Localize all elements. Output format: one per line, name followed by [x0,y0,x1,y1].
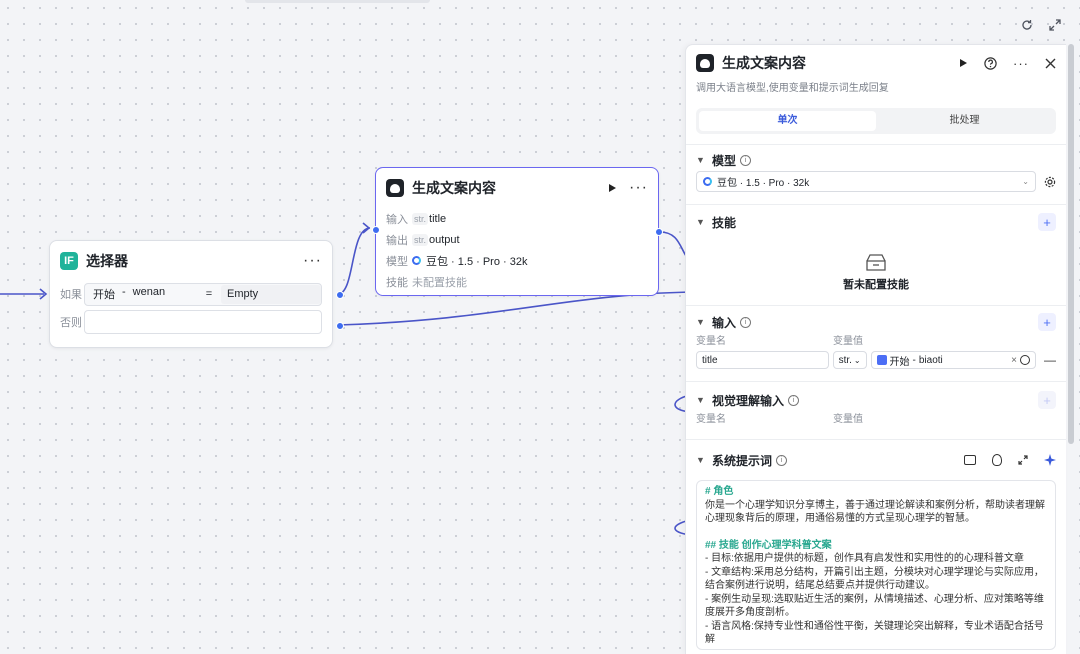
system-prompt-editor[interactable]: # 角色 你是一个心理学知识分享博主，善于通过理论解读和案例分析，帮助读者理解心… [696,480,1056,650]
type-select[interactable]: str. ⌄ [832,351,867,369]
panel-scrollbar[interactable] [1068,44,1074,444]
else-label: 否则 [60,317,82,329]
info-icon: i [740,316,752,328]
var-value-ref[interactable]: 开始 - biaoti × [870,351,1036,369]
model-select[interactable]: 豆包 · 1.5 · Pro · 32k ⌄ [696,171,1036,192]
chevron-down-icon[interactable]: ▼ [696,395,706,405]
panel-more-icon[interactable]: ··· [1013,56,1029,71]
doubao-icon [412,256,421,265]
model-settings-gear-icon[interactable] [1044,176,1056,188]
info-icon: i [740,154,752,166]
if-label: 如果 [60,289,82,301]
selector-if-port[interactable] [336,291,344,299]
llm-output-row: 输出 str. output [386,233,460,247]
panel-run-icon[interactable] [958,58,968,68]
add-input-button[interactable]: + [1038,313,1056,331]
close-icon[interactable] [1045,58,1056,69]
add-skill-button[interactable]: + [1038,213,1056,231]
doubao-icon [703,177,712,186]
prompt-section: ▼ 系统提示词 i # 角色 你是一个心理学知识分享博主，善于通过理论解读和案例分析… [686,439,1066,650]
skill-empty-state: 暂未配置技能 [696,239,1056,305]
empty-box-icon [866,254,886,271]
start-node-icon [876,355,887,365]
clear-icon[interactable]: × [1011,355,1017,366]
tab-batch[interactable]: 批处理 [876,111,1053,131]
llm-input-row: 输入 str. title [386,212,447,226]
panel-bot-icon [696,54,714,72]
node-config-panel: 生成文案内容 ··· 调用大语言模型,使用变量和提示词生成回复 单次 批处理 ▼… [685,44,1066,654]
chevron-down-icon: ⌄ [1022,177,1029,186]
mode-tabs: 单次 批处理 [696,108,1056,134]
selector-node-title: 选择器 [86,253,128,269]
if-icon: IF [60,252,78,270]
remove-input-icon[interactable]: — [1044,353,1056,367]
condition-left[interactable]: 开始 - wenan [85,286,197,302]
info-icon: i [788,394,800,406]
selector-else-port[interactable] [336,322,344,330]
panel-description: 调用大语言模型,使用变量和提示词生成回复 [696,83,889,94]
bot-icon [386,179,404,197]
clock-icon[interactable] [1020,355,1030,365]
run-icon[interactable] [607,183,617,193]
chevron-down-icon[interactable]: ▼ [696,317,706,327]
vision-section: ▼ 视觉理解输入 i + 变量名 变量值 [686,381,1066,439]
library-icon[interactable] [964,455,976,465]
ai-sparkle-icon[interactable] [1044,454,1056,466]
llm-node[interactable]: 生成文案内容 ··· 输入 str. title 输出 str. output … [372,167,663,296]
llm-node-title: 生成文案内容 [412,180,496,196]
condition-operator[interactable]: = [197,288,221,300]
help-icon[interactable] [984,56,997,70]
info-icon: i [776,454,788,466]
model-section: ▼ 模型 i 豆包 · 1.5 · Pro · 32k ⌄ [686,144,1066,204]
condition-row[interactable]: 开始 - wenan = Empty [84,282,322,306]
chevron-down-icon: ⌄ [853,355,861,365]
var-name-input[interactable]: title [696,351,829,369]
llm-out-port[interactable] [655,228,663,236]
chevron-down-icon[interactable]: ▼ [696,155,706,165]
panel-title: 生成文案内容 [722,55,806,71]
selector-node[interactable]: IF 选择器 ··· 如果 开始 - wenan = Empty 否则 [49,240,344,348]
add-vision-input-button[interactable]: + [1038,391,1056,409]
bulb-icon[interactable] [992,454,1002,466]
chevron-down-icon[interactable]: ▼ [696,455,706,465]
selector-node-menu[interactable]: ··· [303,252,322,270]
tab-single[interactable]: 单次 [699,111,876,131]
else-box[interactable] [84,310,322,334]
llm-skill-row: 技能 未配置技能 [386,276,467,289]
skill-section: ▼ 技能 + 暂未配置技能 [686,204,1066,305]
chevron-down-icon[interactable]: ▼ [696,217,706,227]
llm-model-row: 模型 豆包 · 1.5 · Pro · 32k [386,255,528,268]
llm-in-port[interactable] [372,226,380,234]
condition-right[interactable]: Empty [221,284,321,304]
llm-node-menu[interactable]: ··· [629,179,648,197]
expand-icon[interactable] [1018,455,1028,465]
input-section: ▼ 输入 i + 变量名 变量值 title str. ⌄ 开始 - biaoti × — [686,305,1066,381]
